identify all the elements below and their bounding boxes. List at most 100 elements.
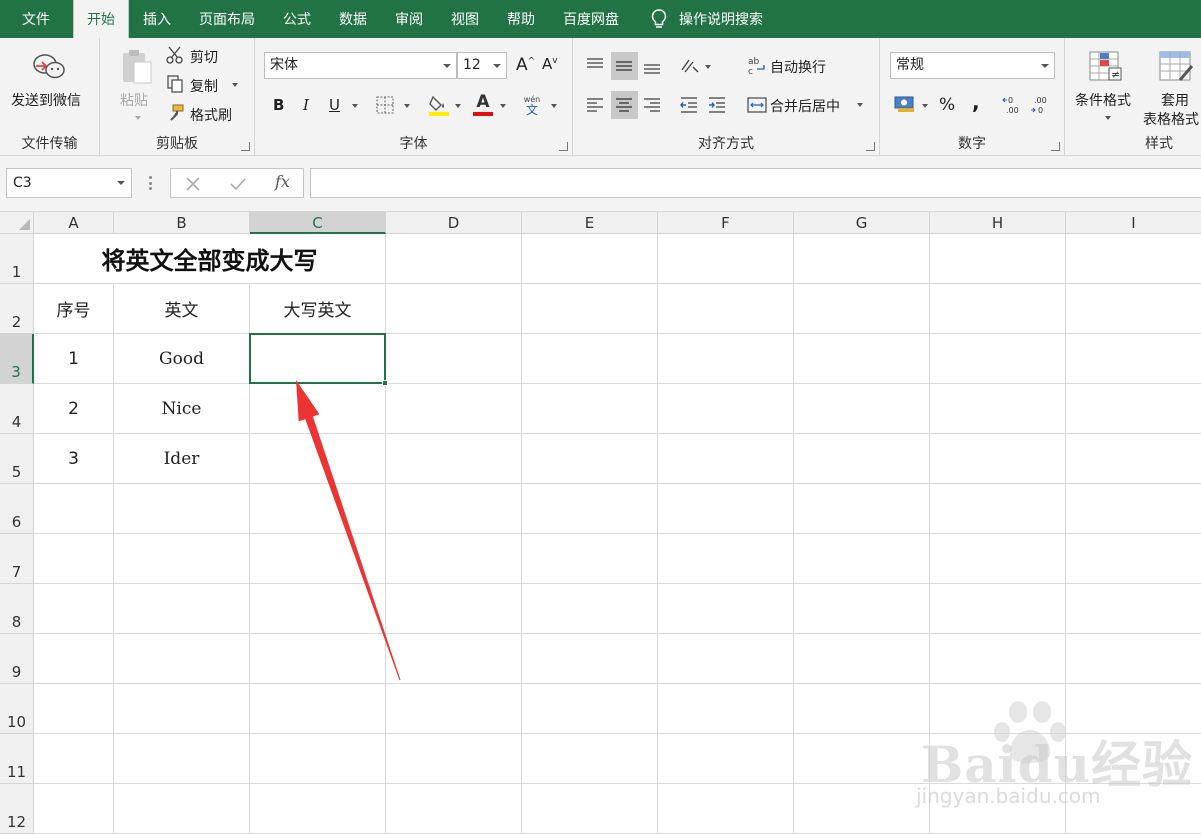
copy-button[interactable]: 复制 [190, 76, 218, 96]
tab-data[interactable]: 数据 [325, 0, 381, 38]
tab-baidu-netdisk[interactable]: 百度网盘 [549, 0, 633, 38]
tab-page-layout[interactable]: 页面布局 [185, 0, 269, 38]
font-dialog-launcher[interactable] [559, 142, 568, 151]
data-cell[interactable]: 3 [34, 434, 113, 483]
tab-review[interactable]: 审阅 [381, 0, 437, 38]
number-format-combo[interactable]: 常规 [890, 52, 1055, 79]
align-bottom-icon[interactable] [642, 56, 662, 76]
orientation-icon[interactable] [679, 55, 701, 77]
row-header-8[interactable]: 8 [0, 584, 34, 634]
tab-help[interactable]: 帮助 [493, 0, 549, 38]
align-left-icon[interactable] [585, 95, 605, 115]
decrease-decimal-icon[interactable]: .00 0 [1030, 94, 1052, 116]
row-header-10[interactable]: 10 [0, 684, 34, 734]
column-header-d[interactable]: D [386, 212, 522, 234]
font-color-icon[interactable]: A [472, 93, 494, 117]
formula-input[interactable] [310, 168, 1201, 198]
row-header-5[interactable]: 5 [0, 434, 34, 484]
send-to-wechat-button[interactable]: 发送到微信 [11, 90, 81, 110]
copy-dropdown-arrow[interactable] [232, 83, 238, 87]
name-box[interactable]: C3 [6, 168, 132, 198]
row-header-7[interactable]: 7 [0, 534, 34, 584]
conditional-format-button[interactable]: 条件格式 [1075, 90, 1131, 110]
alignment-dialog-launcher[interactable] [866, 142, 875, 151]
header-cell[interactable]: 序号 [34, 284, 113, 333]
border-icon[interactable] [376, 96, 394, 114]
header-cell[interactable]: 英文 [114, 284, 249, 333]
row-header-12[interactable]: 12 [0, 784, 34, 834]
row-header-4[interactable]: 4 [0, 384, 34, 434]
percent-button[interactable]: % [939, 95, 955, 115]
data-cell[interactable]: 1 [34, 334, 113, 383]
data-cell[interactable]: Good [114, 334, 249, 383]
data-cell[interactable] [250, 434, 385, 483]
format-as-table-button[interactable]: 套用 [1161, 90, 1189, 110]
column-header-i[interactable]: I [1066, 212, 1201, 234]
row-header-1[interactable]: 1 [0, 234, 34, 284]
increase-font-button[interactable]: A^ [516, 55, 535, 75]
align-top-icon[interactable] [585, 56, 605, 76]
formula-bar-grip[interactable] [149, 176, 152, 190]
wrap-text-button[interactable]: 自动换行 [770, 57, 826, 77]
tab-home[interactable]: 开始 [73, 0, 129, 38]
align-center-icon[interactable] [614, 95, 634, 115]
align-middle-icon[interactable] [614, 56, 634, 76]
decrease-font-button[interactable]: Av [542, 55, 558, 73]
conditional-format-icon[interactable]: ≠ [1088, 50, 1124, 84]
column-header-a[interactable]: A [34, 212, 114, 234]
phonetic-dropdown-arrow[interactable] [551, 104, 557, 108]
fill-color-dropdown-arrow[interactable] [455, 104, 461, 108]
row-header-2[interactable]: 2 [0, 284, 34, 334]
fill-color-icon[interactable] [428, 93, 450, 117]
border-dropdown-arrow[interactable] [404, 104, 410, 108]
cut-button[interactable]: 剪切 [190, 47, 218, 67]
row-header-9[interactable]: 9 [0, 634, 34, 684]
increase-decimal-icon[interactable]: 0.00 [1002, 94, 1024, 116]
paste-icon[interactable] [120, 48, 154, 86]
increase-indent-icon[interactable] [707, 95, 727, 115]
italic-button[interactable]: I [303, 96, 309, 114]
insert-function-button[interactable]: fx [275, 172, 290, 191]
clipboard-dialog-launcher[interactable] [241, 142, 250, 151]
column-header-h[interactable]: H [930, 212, 1066, 234]
column-header-g[interactable]: G [794, 212, 930, 234]
cancel-icon[interactable] [185, 176, 201, 192]
font-color-dropdown-arrow[interactable] [500, 104, 506, 108]
tab-insert[interactable]: 插入 [129, 0, 185, 38]
orientation-dropdown-arrow[interactable] [705, 65, 711, 69]
font-size-combo[interactable]: 12 [457, 52, 507, 79]
underline-dropdown-arrow[interactable] [352, 104, 358, 108]
active-cell-border[interactable] [249, 333, 386, 384]
sheet-title-cell[interactable]: 将英文全部变成大写 [34, 234, 385, 283]
merge-center-button[interactable]: 合并后居中 [770, 96, 840, 116]
number-dialog-launcher[interactable] [1051, 142, 1060, 151]
tab-file[interactable]: 文件 [0, 0, 73, 38]
header-cell[interactable]: 大写英文 [250, 284, 385, 333]
select-all-corner[interactable] [0, 212, 34, 234]
data-cell[interactable]: 2 [34, 384, 113, 433]
decrease-indent-icon[interactable] [679, 95, 699, 115]
currency-icon[interactable] [893, 93, 917, 115]
format-as-table-icon[interactable] [1158, 50, 1194, 84]
conditional-format-dropdown-arrow[interactable] [1105, 116, 1111, 120]
comma-button[interactable]: , [972, 90, 980, 114]
align-right-icon[interactable] [642, 95, 662, 115]
data-cell[interactable] [250, 384, 385, 433]
phonetic-guide-icon[interactable]: wén 文 [521, 94, 543, 116]
row-header-11[interactable]: 11 [0, 734, 34, 784]
data-cell[interactable]: Ider [114, 434, 249, 483]
column-header-e[interactable]: E [522, 212, 658, 234]
tell-me-search[interactable]: 操作说明搜索 [651, 0, 763, 38]
column-header-c[interactable]: C [250, 212, 386, 234]
fill-handle[interactable] [382, 380, 388, 386]
tab-formulas[interactable]: 公式 [269, 0, 325, 38]
column-header-b[interactable]: B [114, 212, 250, 234]
merge-dropdown-arrow[interactable] [857, 103, 863, 107]
wechat-send-icon[interactable] [32, 52, 68, 82]
tab-view[interactable]: 视图 [437, 0, 493, 38]
format-painter-button[interactable]: 格式刷 [190, 105, 232, 125]
paste-dropdown-arrow[interactable] [135, 116, 141, 120]
data-cell[interactable]: Nice [114, 384, 249, 433]
row-header-3[interactable]: 3 [0, 334, 34, 384]
underline-button[interactable]: U [329, 96, 340, 114]
